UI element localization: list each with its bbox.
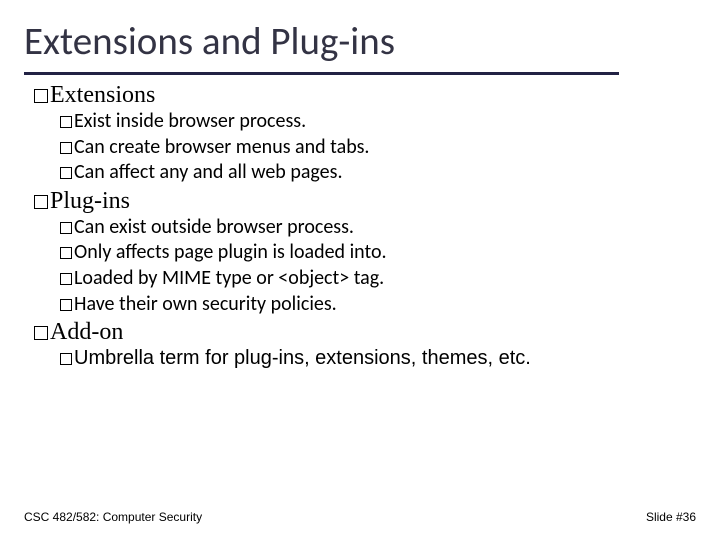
- section-heading-addon: Add-on: [34, 319, 696, 346]
- section-heading-extensions: Extensions: [34, 82, 696, 109]
- section-items-extensions: Exist inside browser process. Can create…: [60, 109, 696, 186]
- bullet-icon: [60, 142, 72, 154]
- section-items-plugins: Can exist outside browser process. Only …: [60, 215, 696, 317]
- footer-course: CSC 482/582: Computer Security: [24, 510, 202, 524]
- list-item: Can create browser menus and tabs.: [60, 135, 696, 161]
- title-underline: [24, 72, 619, 75]
- list-item: Loaded by MIME type or <object> tag.: [60, 266, 696, 292]
- list-item: Umbrella term for plug-ins, extensions, …: [60, 346, 696, 372]
- heading-text: Extensions: [50, 82, 155, 108]
- heading-text: Plug-ins: [50, 188, 130, 214]
- item-text: Can exist outside browser process.: [74, 215, 354, 239]
- bullet-icon: [34, 195, 48, 209]
- slide-content: Extensions Exist inside browser process.…: [34, 80, 696, 374]
- bullet-icon: [60, 247, 72, 259]
- bullet-icon: [60, 116, 72, 128]
- bullet-icon: [60, 273, 72, 285]
- item-text: Exist inside browser process.: [74, 109, 306, 133]
- list-item: Only affects page plugin is loaded into.: [60, 240, 696, 266]
- list-item: Exist inside browser process.: [60, 109, 696, 135]
- footer-slide-number: Slide #36: [646, 510, 696, 524]
- heading-text: Add-on: [50, 319, 123, 345]
- bullet-icon: [60, 353, 72, 365]
- item-text: Can affect any and all web pages.: [74, 160, 343, 184]
- item-text: Loaded by MIME type or <object> tag.: [74, 266, 384, 290]
- item-text: Have their own security policies.: [74, 292, 337, 316]
- slide-title: Extensions and Plug-ins: [24, 18, 395, 65]
- item-text: Umbrella term for plug-ins, extensions, …: [74, 347, 531, 369]
- item-text: Can create browser menus and tabs.: [74, 135, 369, 159]
- section-heading-plugins: Plug-ins: [34, 188, 696, 215]
- bullet-icon: [60, 222, 72, 234]
- bullet-icon: [34, 326, 48, 340]
- list-item: Can affect any and all web pages.: [60, 160, 696, 186]
- bullet-icon: [60, 299, 72, 311]
- section-items-addon: Umbrella term for plug-ins, extensions, …: [60, 346, 696, 372]
- list-item: Can exist outside browser process.: [60, 215, 696, 241]
- bullet-icon: [34, 89, 48, 103]
- bullet-icon: [60, 167, 72, 179]
- list-item: Have their own security policies.: [60, 292, 696, 318]
- item-text: Only affects page plugin is loaded into.: [74, 240, 387, 264]
